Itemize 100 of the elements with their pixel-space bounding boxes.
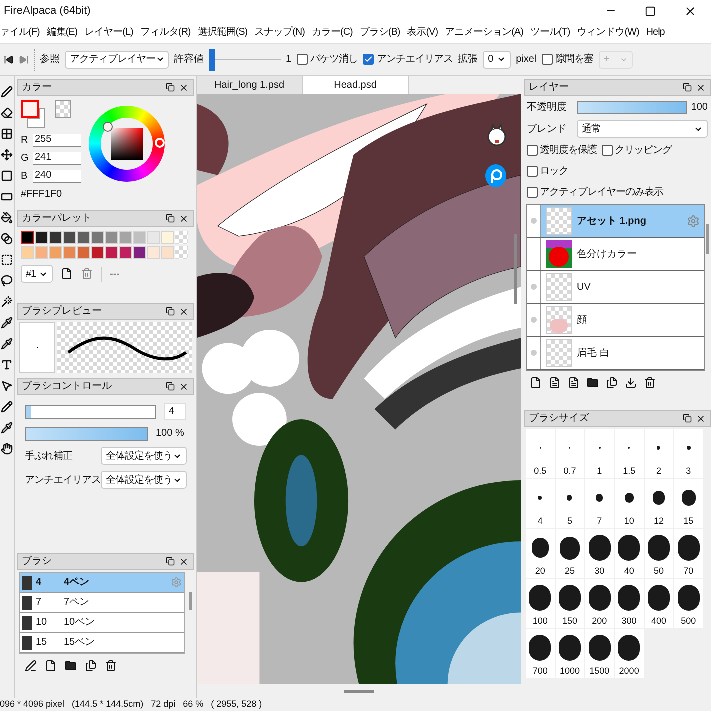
- brush-size-cell[interactable]: 10: [614, 479, 644, 528]
- hue-marker-icon[interactable]: [155, 138, 165, 148]
- brush-row[interactable]: 7 7ペン: [20, 593, 184, 613]
- duplicate-icon[interactable]: [85, 660, 97, 672]
- brush-size-cell[interactable]: 15: [674, 479, 703, 528]
- menu-item[interactable]: 選択範囲(S): [198, 25, 248, 40]
- brush-size-cell[interactable]: 700: [526, 629, 555, 678]
- tool-icon[interactable]: [1, 86, 13, 98]
- tolerance-slider[interactable]: [209, 48, 281, 70]
- brush-size-cell[interactable]: 500: [674, 579, 703, 628]
- menu-item[interactable]: フィルタ(R): [140, 25, 191, 40]
- transparent-swatch[interactable]: [175, 246, 188, 259]
- layer-row[interactable]: 色分けカラー: [527, 238, 704, 271]
- brush-size-cell[interactable]: 1000: [556, 629, 584, 678]
- layer-row[interactable]: 眉毛 白: [527, 337, 704, 370]
- background-color-swatch[interactable]: [27, 108, 45, 128]
- brush-size-cell[interactable]: 30: [585, 529, 614, 578]
- brush-size-cell[interactable]: 50: [644, 529, 674, 578]
- brush-size-cell[interactable]: 7: [585, 479, 614, 528]
- tool-icon[interactable]: [1, 422, 13, 434]
- value-marker-icon[interactable]: [103, 122, 113, 132]
- tool-icon[interactable]: [1, 233, 13, 245]
- tool-icon[interactable]: [1, 296, 13, 308]
- scrollbar-thumb[interactable]: [706, 224, 709, 254]
- foreground-color-swatch[interactable]: [21, 100, 39, 118]
- color-square[interactable]: [111, 128, 143, 160]
- brush-size-cell[interactable]: 100: [526, 579, 555, 628]
- new-layer-icon[interactable]: [549, 377, 561, 389]
- tool-icon[interactable]: [1, 170, 13, 182]
- menu-item[interactable]: ウィンドウ(W): [577, 25, 640, 40]
- checkbox[interactable]: [296, 54, 308, 65]
- brush-size-cell[interactable]: 3: [674, 429, 703, 478]
- tool-icon[interactable]: [1, 401, 13, 413]
- brush-size-cell[interactable]: 2: [644, 429, 674, 478]
- scrollbar-thumb[interactable]: [514, 234, 517, 304]
- checkbox[interactable]: [527, 187, 538, 198]
- menu-item[interactable]: カラー(C): [312, 25, 353, 40]
- restore-icon[interactable]: [166, 382, 175, 391]
- layer-row[interactable]: 顔: [527, 304, 704, 337]
- tool-icon[interactable]: [1, 107, 13, 119]
- avatar-icon[interactable]: [487, 124, 507, 146]
- brush-size-cell[interactable]: 1: [585, 429, 614, 478]
- brush-size-cell[interactable]: 12: [644, 479, 674, 528]
- checkbox[interactable]: [527, 145, 538, 156]
- brush-size-cell[interactable]: 2000: [614, 629, 644, 678]
- close-icon[interactable]: [179, 382, 189, 392]
- brush-size-cell[interactable]: 0.7: [556, 429, 584, 478]
- brush-row[interactable]: 10 10ペン: [20, 613, 184, 633]
- tool-icon[interactable]: [1, 317, 13, 329]
- close-icon[interactable]: [179, 82, 189, 92]
- maximize-icon[interactable]: [645, 6, 656, 16]
- restore-icon[interactable]: [166, 83, 175, 92]
- menu-item[interactable]: スナップ(N): [254, 25, 305, 40]
- menu-item[interactable]: 編集(E): [46, 25, 78, 40]
- transparent-swatch[interactable]: [55, 100, 71, 118]
- expand-select[interactable]: 0: [483, 50, 512, 68]
- restore-icon[interactable]: [683, 414, 692, 423]
- channel-field[interactable]: 241: [33, 152, 81, 165]
- brush-size-cell[interactable]: 5: [556, 479, 584, 528]
- close-icon[interactable]: [179, 556, 189, 566]
- brush-size-cell[interactable]: 70: [674, 529, 703, 578]
- folder-icon[interactable]: [587, 377, 599, 389]
- tool-icon[interactable]: [1, 359, 13, 371]
- close-icon[interactable]: [179, 306, 189, 316]
- checkbox[interactable]: [542, 54, 553, 65]
- restore-icon[interactable]: [166, 214, 175, 223]
- setting-select[interactable]: 全体設定を使う: [101, 471, 186, 489]
- channel-field[interactable]: 240: [33, 170, 81, 183]
- delete-icon[interactable]: [644, 377, 656, 389]
- tool-icon[interactable]: [1, 254, 13, 266]
- brush-size-cell[interactable]: 300: [614, 579, 644, 628]
- tool-icon[interactable]: [1, 149, 13, 161]
- new-file-icon[interactable]: [45, 660, 57, 672]
- setting-select[interactable]: 全体設定を使う: [101, 447, 186, 465]
- palette-select[interactable]: #1: [21, 265, 53, 283]
- menu-item[interactable]: Help: [646, 25, 665, 40]
- slider-thumb[interactable]: [209, 48, 215, 70]
- scrollbar-thumb[interactable]: [344, 690, 374, 692]
- tool-icon[interactable]: [1, 212, 13, 224]
- close-icon[interactable]: [696, 414, 706, 424]
- menu-item[interactable]: レイヤー(L): [84, 25, 134, 40]
- tool-icon[interactable]: [1, 191, 13, 203]
- restore-icon[interactable]: [683, 83, 692, 92]
- brush-size-cell[interactable]: 4: [526, 479, 555, 528]
- brush-size-cell[interactable]: 200: [585, 579, 614, 628]
- layer-row[interactable]: UV: [527, 271, 704, 304]
- channel-field[interactable]: 255: [33, 134, 81, 147]
- delete-icon[interactable]: [105, 660, 117, 672]
- add-brush-icon[interactable]: [25, 660, 37, 672]
- document-tab[interactable]: Head.psd: [303, 76, 409, 94]
- transparent-swatch[interactable]: [175, 231, 188, 244]
- new-palette-icon[interactable]: [61, 268, 73, 280]
- close-icon[interactable]: [684, 4, 697, 18]
- size-field[interactable]: 4: [164, 403, 186, 420]
- document-tab[interactable]: Hair_long 1.psd: [197, 76, 303, 94]
- restore-icon[interactable]: [166, 307, 175, 316]
- checkbox[interactable]: [602, 145, 613, 156]
- new-layer-icon[interactable]: [568, 377, 580, 389]
- brush-size-cell[interactable]: 400: [644, 579, 674, 628]
- duplicate-icon[interactable]: [606, 377, 618, 389]
